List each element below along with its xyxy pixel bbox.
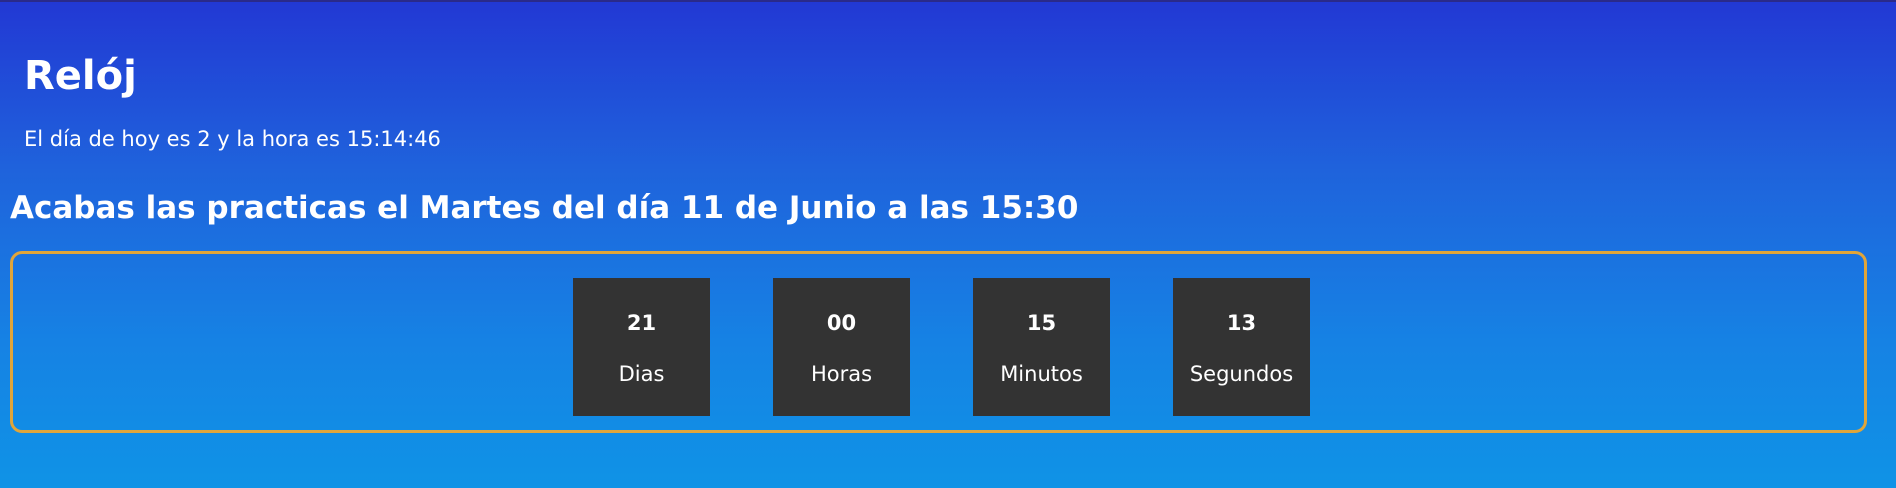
countdown-container: 21 Dias 00 Horas 15 Minutos 13 Segundos [10, 251, 1867, 433]
countdown-seconds: 13 Segundos [1173, 278, 1310, 416]
minutes-label: Minutos [1000, 362, 1083, 386]
page-title: Relój [24, 53, 137, 99]
seconds-value: 13 [1226, 311, 1257, 335]
top-divider [0, 0, 1896, 2]
deadline-heading: Acabas las practicas el Martes del día 1… [10, 190, 1079, 226]
hours-label: Horas [810, 362, 873, 386]
minutes-value: 15 [1026, 311, 1057, 335]
countdown-minutes: 15 Minutos [973, 278, 1110, 416]
hours-value: 00 [826, 311, 857, 335]
countdown-hours: 00 Horas [773, 278, 910, 416]
clock-header: Relój [24, 50, 137, 102]
days-label: Dias [618, 362, 665, 386]
current-date-time-text: El día de hoy es 2 y la hora es 15:14:46 [24, 127, 441, 151]
seconds-label: Segundos [1189, 362, 1294, 386]
days-value: 21 [626, 311, 657, 335]
countdown-days: 21 Dias [573, 278, 710, 416]
